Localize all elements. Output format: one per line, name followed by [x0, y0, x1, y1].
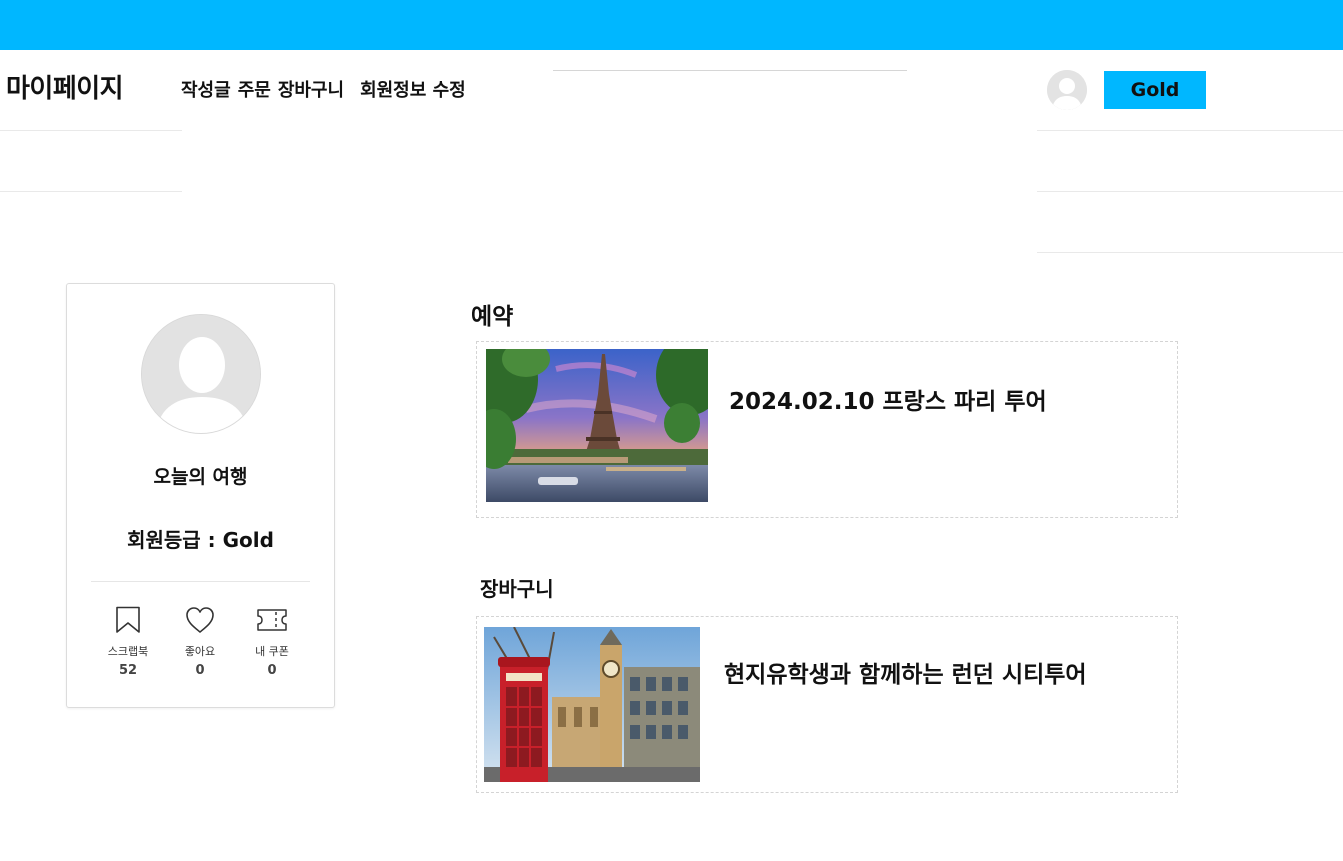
top-banner: [0, 0, 1343, 50]
nav-link-cart[interactable]: 장바구니: [278, 76, 344, 102]
paris-tour-image[interactable]: [486, 349, 708, 502]
profile-avatar: [141, 314, 261, 434]
stat-value: 52: [118, 663, 138, 678]
profile-grade: 회원등급 : Gold: [127, 528, 274, 552]
stat-scrapbook[interactable]: 스크랩북 52: [98, 606, 158, 678]
heart-icon: [186, 607, 214, 633]
page-title: 마이페이지: [6, 74, 124, 104]
nav-link-edit-profile[interactable]: 회원정보 수정: [360, 76, 466, 102]
profile-card: 오늘의 여행 회원등급 : Gold 스크랩북 52 좋아요 0 내 쿠폰 0: [66, 283, 335, 708]
dropdown-panel: [22, 110, 1037, 130]
stat-value: 0: [267, 663, 277, 678]
search-underline: [553, 70, 907, 71]
user-silhouette-icon: [142, 315, 260, 433]
cart-heading: 장바구니: [480, 577, 554, 601]
divider: [91, 581, 310, 582]
profile-name: 오늘의 여행: [153, 466, 248, 488]
stat-label: 내 쿠폰: [255, 645, 289, 658]
reservation-item[interactable]: 2024.02.10 프랑스 파리 투어: [476, 341, 1178, 518]
header-divider: [1037, 252, 1343, 253]
dropdown-panel: [182, 130, 1037, 260]
eiffel-tower-photo: [486, 349, 708, 502]
stat-label: 스크랩북: [107, 645, 149, 658]
reservation-item-title[interactable]: 2024.02.10 프랑스 파리 투어: [729, 382, 1047, 416]
stat-label: 좋아요: [184, 645, 216, 658]
stat-likes[interactable]: 좋아요 0: [170, 606, 230, 678]
bookmark-icon: [116, 606, 140, 633]
main-nav: 작성글 주문 장바구니 회원정보 수정: [181, 76, 473, 102]
nav-link-posts[interactable]: 작성글: [181, 76, 231, 102]
london-city-photo: [484, 627, 700, 782]
grade-badge-button[interactable]: Gold: [1104, 71, 1206, 109]
coupon-icon: [257, 609, 287, 631]
london-tour-image[interactable]: [484, 627, 700, 782]
stat-value: 0: [195, 663, 205, 678]
reservation-heading: 예약: [471, 304, 514, 330]
stat-coupons[interactable]: 내 쿠폰 0: [242, 606, 302, 678]
user-avatar[interactable]: [1047, 70, 1087, 110]
user-silhouette-icon: [1047, 70, 1087, 110]
nav-link-orders[interactable]: 주문: [238, 76, 271, 102]
cart-item-title[interactable]: 현지유학생과 함께하는 런던 시티투어: [724, 655, 1087, 689]
cart-item[interactable]: 현지유학생과 함께하는 런던 시티투어: [476, 616, 1178, 793]
